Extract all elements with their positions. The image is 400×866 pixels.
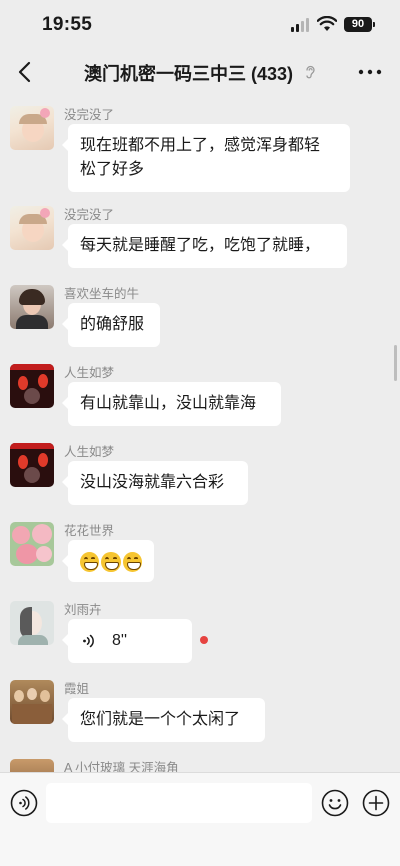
avatar[interactable]	[10, 522, 54, 566]
sender-name: 喜欢坐车的牛	[64, 287, 140, 301]
grinning-emoji	[122, 552, 142, 572]
status-bar: 19:55 90	[0, 0, 400, 50]
sender-name: 刘雨卉	[64, 603, 102, 617]
message-bubble[interactable]: 每天就是睡醒了吃，吃饱了就睡，	[62, 224, 347, 268]
voice-duration: 8''	[112, 632, 128, 649]
message-text: 有山就靠山，没山就靠海	[80, 395, 257, 412]
avatar[interactable]	[10, 206, 54, 250]
grinning-emoji	[80, 552, 100, 572]
battery-icon: 90	[344, 17, 372, 32]
message-bubble[interactable]: 现在班都不用上了，感觉浑身都轻 松了好多	[62, 124, 350, 192]
message-text: 没山没海就靠六合彩	[80, 474, 225, 491]
sender-name: 人生如梦	[64, 445, 115, 459]
voice-message-bubble[interactable]: 8''	[62, 619, 192, 663]
message-text-line: 现在班都不用上了，感觉浑身都轻	[80, 137, 321, 154]
message-bubble[interactable]: 您们就是一个个太闲了	[62, 698, 265, 742]
battery-tip	[373, 22, 375, 27]
chevron-left-icon[interactable]	[12, 58, 40, 86]
grinning-emoji	[101, 552, 121, 572]
battery-level: 90	[351, 18, 365, 30]
message-input[interactable]	[46, 783, 312, 823]
signal-icon	[291, 18, 311, 32]
message-bubble[interactable]: 的确舒服	[62, 303, 160, 347]
avatar[interactable]	[10, 680, 54, 724]
message-bubble[interactable]: 没山没海就靠六合彩	[62, 461, 248, 505]
sender-name: 没完没了	[64, 108, 115, 122]
voice-input-icon[interactable]	[10, 789, 38, 817]
sender-name: 人生如梦	[64, 366, 115, 380]
emoji-row	[80, 550, 142, 572]
message-text-line: 松了好多	[80, 161, 145, 178]
ellipsis-icon[interactable]	[356, 62, 384, 82]
avatar[interactable]	[10, 443, 54, 487]
status-time: 19:55	[42, 14, 93, 35]
voice-wave-icon	[83, 634, 94, 648]
wifi-icon	[317, 16, 337, 31]
unread-dot	[200, 636, 208, 644]
nav-bar: 澳门机密一码三中三 (433)	[0, 50, 400, 94]
smiley-icon[interactable]	[321, 789, 349, 817]
avatar[interactable]	[10, 364, 54, 408]
avatar[interactable]	[10, 601, 54, 645]
message-bubble[interactable]	[62, 540, 154, 582]
message-text: 的确舒服	[80, 316, 145, 333]
ear-icon	[306, 65, 315, 79]
sender-name: 霞姐	[64, 682, 90, 696]
message-text: 每天就是睡醒了吃，吃饱了就睡，	[80, 237, 321, 254]
input-bar	[0, 772, 400, 866]
avatar[interactable]	[10, 285, 54, 329]
message-text: 您们就是一个个太闲了	[80, 711, 241, 728]
sender-name: 没完没了	[64, 208, 115, 222]
avatar[interactable]	[10, 106, 54, 150]
message-bubble[interactable]: 有山就靠山，没山就靠海	[62, 382, 281, 426]
scrollbar[interactable]	[394, 345, 397, 381]
chat-title: 澳门机密一码三中三 (433)	[84, 64, 294, 84]
plus-circle-icon[interactable]	[362, 789, 390, 817]
sender-name: 花花世界	[64, 524, 115, 538]
